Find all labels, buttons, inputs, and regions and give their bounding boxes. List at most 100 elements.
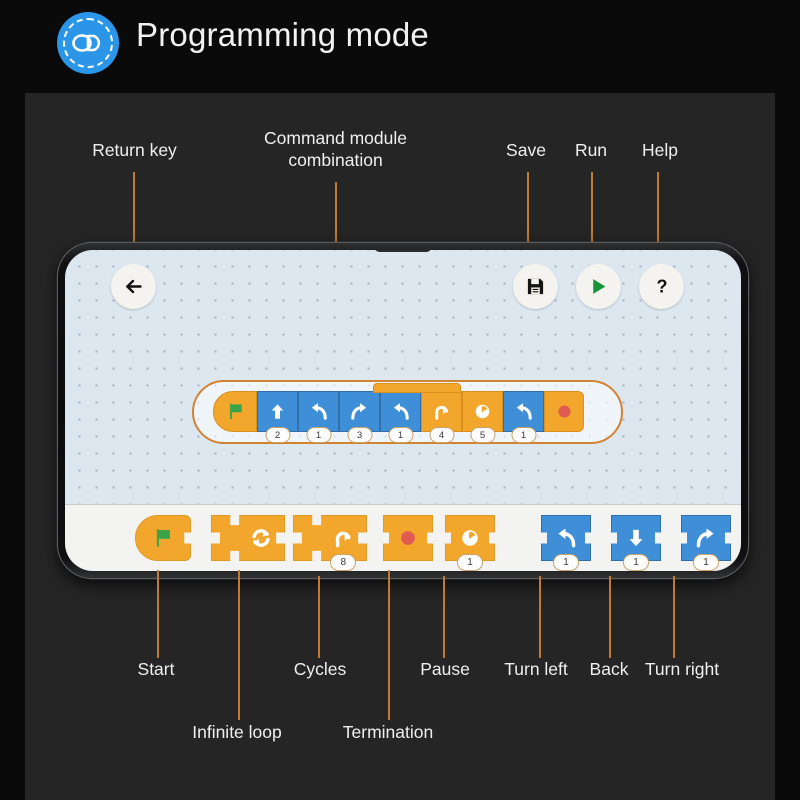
block-count-badge[interactable]: 1: [693, 554, 719, 571]
infinite-loop-icon: [252, 529, 270, 547]
program-block-forward[interactable]: 2: [257, 391, 298, 443]
run-button[interactable]: [576, 264, 621, 309]
block-face: [383, 515, 433, 561]
annotation-turn-left: Turn left: [504, 659, 568, 679]
leader-start: [157, 570, 159, 658]
block-count-badge[interactable]: 5: [470, 427, 495, 443]
palette-block-pause[interactable]: 1: [445, 515, 495, 571]
leader-turn-right: [673, 576, 675, 658]
program-block-turn-left[interactable]: 1: [298, 391, 339, 443]
palette-block-termination[interactable]: [383, 515, 433, 561]
annotation-pause: Pause: [420, 659, 470, 679]
block-face: [503, 391, 544, 432]
play-triangle-icon: [593, 279, 606, 294]
command-module-combination[interactable]: 2131451: [213, 391, 584, 443]
block-face: [135, 515, 191, 561]
turn-left-icon: [516, 403, 532, 420]
arrow-down-icon: [629, 529, 643, 547]
block-count-badge[interactable]: 1: [457, 554, 483, 571]
program-canvas[interactable]: ? 2131451: [65, 250, 741, 518]
floppy-disk-icon: [527, 278, 544, 295]
program-block-turn-left[interactable]: 1: [380, 391, 421, 443]
block-face: [257, 391, 298, 432]
svg-text:?: ?: [656, 277, 667, 297]
leader-save: [527, 172, 529, 250]
block-count-badge[interactable]: 1: [388, 427, 413, 443]
program-block-turn-left[interactable]: 1: [503, 391, 544, 443]
annotation-help: Help: [642, 140, 678, 160]
phone-earpiece: [374, 250, 432, 252]
palette-block-start[interactable]: [135, 515, 191, 561]
turn-left-icon: [393, 403, 409, 420]
clock-icon: [475, 404, 490, 419]
turn-left-icon: [558, 528, 576, 548]
annotation-start: Start: [137, 659, 175, 679]
block-count-badge[interactable]: 2: [265, 427, 290, 443]
block-count-badge[interactable]: 1: [306, 427, 331, 443]
leader-termination: [388, 570, 390, 720]
green-flag-icon: [229, 403, 242, 420]
block-count-badge[interactable]: 4: [429, 427, 454, 443]
turn-left-icon: [311, 403, 327, 420]
annotation-infinite-loop: Infinite loop: [192, 722, 282, 742]
block-face: [421, 391, 462, 432]
save-button[interactable]: [513, 264, 558, 309]
turn-right-icon: [351, 403, 367, 420]
block-face: [211, 515, 285, 561]
arrow-up-icon: [271, 404, 284, 419]
programming-mode-badge-icon: [57, 12, 119, 74]
leader-help: [657, 172, 659, 250]
annotation-turn-right: Turn right: [644, 659, 720, 679]
annotation-command-module: Command module combination: [264, 128, 407, 170]
leader-return-key: [133, 172, 135, 250]
question-mark-icon: ?: [656, 277, 667, 297]
page-title: Programming mode: [136, 16, 429, 53]
red-dot-icon: [401, 531, 415, 545]
palette-block-infinite-loop[interactable]: [211, 515, 285, 561]
page-header: Programming mode: [0, 0, 800, 93]
block-palette[interactable]: 8 1 1 1 1: [65, 504, 741, 571]
phone-screen: ? 2131451 81111: [65, 250, 741, 571]
block-count-badge[interactable]: 1: [511, 427, 536, 443]
palette-block-cycles[interactable]: 8: [293, 515, 367, 571]
phone-device: ? 2131451 81111: [58, 243, 748, 578]
cycles-container-highlight: [373, 383, 461, 393]
block-face: [339, 391, 380, 432]
leader-turn-left: [539, 576, 541, 658]
block-face: [544, 391, 584, 432]
block-count-badge[interactable]: 1: [553, 554, 579, 571]
block-count-badge[interactable]: 1: [623, 554, 649, 571]
arrow-left-icon: [126, 279, 142, 294]
program-block-cycles[interactable]: 4: [421, 391, 462, 443]
annotation-return-key: Return key: [92, 140, 177, 160]
loop-icon: [435, 405, 449, 420]
program-block-termination[interactable]: [544, 391, 584, 432]
annotation-termination: Termination: [342, 722, 434, 742]
red-dot-icon: [557, 405, 571, 418]
od-glyph-icon: [72, 34, 101, 52]
loop-icon: [335, 531, 351, 548]
palette-block-turn-right[interactable]: 1: [681, 515, 731, 571]
program-block-pause[interactable]: 5: [462, 391, 503, 443]
block-face: [293, 515, 367, 561]
back-button[interactable]: [111, 264, 156, 309]
block-count-badge[interactable]: 8: [330, 554, 357, 571]
leader-cycles: [318, 576, 320, 658]
leader-run: [591, 172, 593, 250]
palette-block-back[interactable]: 1: [611, 515, 661, 571]
palette-block-turn-left[interactable]: 1: [541, 515, 591, 571]
screenshot-root: Programming mode Return key Command modu…: [0, 0, 800, 800]
block-count-badge[interactable]: 3: [347, 427, 372, 443]
green-flag-icon: [156, 529, 170, 547]
program-block-start[interactable]: [213, 391, 257, 432]
leader-back: [609, 576, 611, 658]
turn-right-icon: [696, 528, 714, 548]
leader-infinite-loop: [238, 570, 240, 720]
block-face: [213, 391, 257, 432]
help-button[interactable]: ?: [639, 264, 684, 309]
block-face: [462, 391, 503, 432]
program-block-turn-right[interactable]: 3: [339, 391, 380, 443]
annotation-save: Save: [506, 140, 546, 160]
block-face: [380, 391, 421, 432]
block-face: [298, 391, 339, 432]
